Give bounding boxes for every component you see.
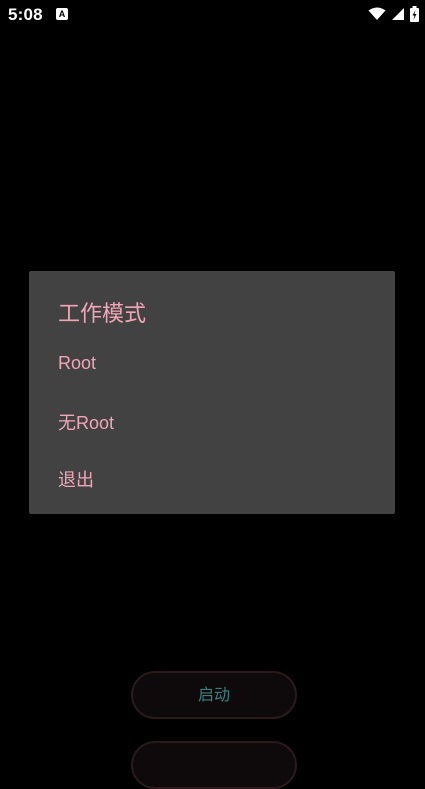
battery-charging-icon xyxy=(410,6,419,22)
status-time: 5:08 xyxy=(8,5,43,24)
signal-icon xyxy=(391,7,405,21)
work-mode-dialog: 工作模式 Root 无Root 退出 xyxy=(29,271,395,514)
app-notification-icon: A xyxy=(56,8,68,20)
dialog-title: 工作模式 xyxy=(58,302,147,327)
status-bar: 5:08 A xyxy=(0,0,425,30)
status-icons xyxy=(368,6,419,22)
option-root[interactable]: Root xyxy=(58,353,96,374)
secondary-button[interactable] xyxy=(131,741,297,789)
start-button[interactable]: 启动 xyxy=(131,671,297,719)
option-exit[interactable]: 退出 xyxy=(58,466,94,492)
wifi-icon xyxy=(368,7,386,21)
option-no-root[interactable]: 无Root xyxy=(58,409,114,435)
